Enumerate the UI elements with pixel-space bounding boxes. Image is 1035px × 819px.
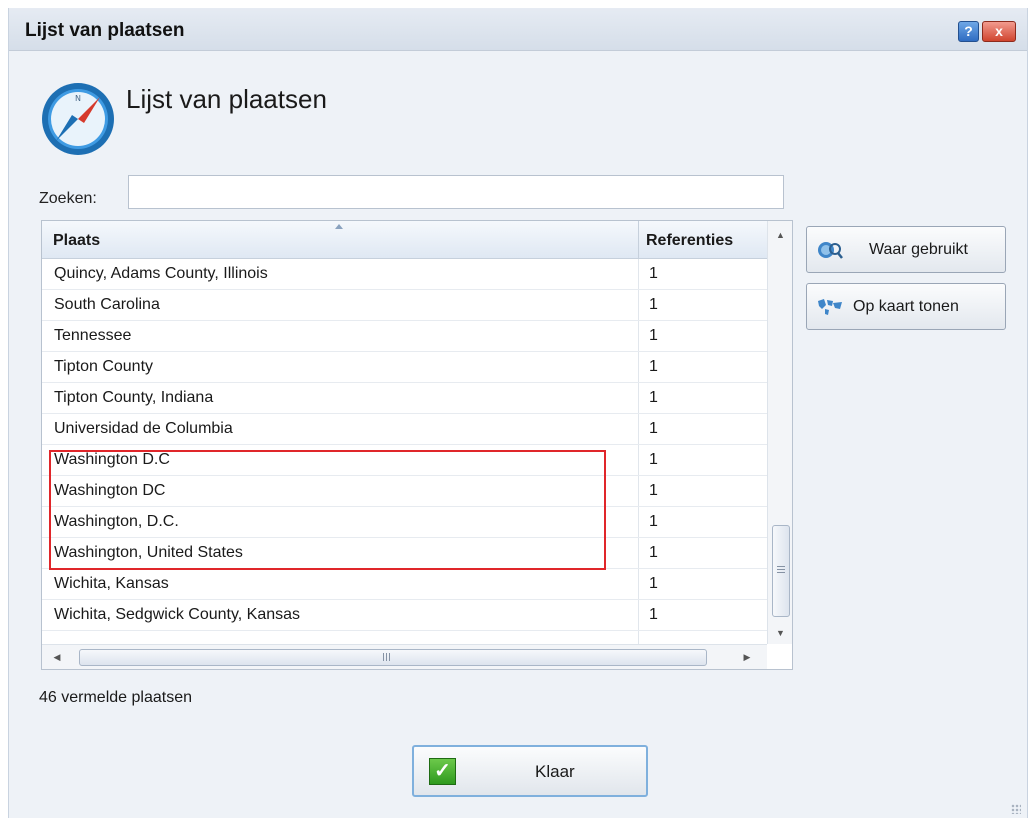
- cell-referenties: 1: [649, 420, 658, 437]
- cell-plaats: Universidad de Columbia: [54, 420, 233, 437]
- column-header-plaats[interactable]: Plaats: [53, 221, 100, 258]
- title-bar: Lijst van plaatsen ? x: [9, 8, 1027, 51]
- done-button[interactable]: ✓ Klaar: [412, 745, 648, 797]
- cell-referenties: 1: [649, 575, 658, 592]
- window-title: Lijst van plaatsen: [25, 20, 185, 41]
- horizontal-scrollbar[interactable]: ◀ ▶: [42, 644, 767, 669]
- close-button[interactable]: x: [982, 21, 1016, 42]
- cell-plaats: Wichita, Sedgwick County, Kansas: [54, 606, 301, 623]
- cell-referenties: 1: [649, 358, 658, 375]
- vertical-scroll-thumb[interactable]: [772, 525, 790, 617]
- table-row[interactable]: Tipton County, Indiana 1: [42, 383, 767, 414]
- table-header: Plaats Referenties: [42, 221, 767, 259]
- table-row[interactable]: Quincy, Adams County, Illinois 1: [42, 259, 767, 290]
- table-row[interactable]: Tipton County 1: [42, 352, 767, 383]
- close-icon: x: [995, 23, 1003, 39]
- status-count: 46 vermelde plaatsen: [39, 689, 192, 706]
- cell-referenties: 1: [649, 482, 658, 499]
- where-used-button[interactable]: Waar gebruikt: [806, 226, 1006, 273]
- help-icon: ?: [964, 23, 973, 39]
- show-on-map-button[interactable]: Op kaart tonen: [806, 283, 1006, 330]
- cell-referenties: 1: [649, 606, 658, 623]
- cell-referenties: 1: [649, 265, 658, 282]
- grip-icon: [383, 653, 384, 661]
- places-table: Plaats Referenties Quincy, Adams County,…: [41, 220, 793, 670]
- where-used-icon: [818, 242, 843, 259]
- table-row[interactable]: Washington, D.C. 1: [42, 507, 767, 538]
- column-header-referenties[interactable]: Referenties: [638, 221, 761, 258]
- scroll-up-icon[interactable]: ▲: [768, 224, 792, 246]
- vertical-scrollbar[interactable]: ▲ ▼: [767, 221, 792, 644]
- cell-plaats: Wichita, Kansas: [54, 575, 169, 592]
- cell-referenties: 1: [649, 544, 658, 561]
- table-row[interactable]: Washington D.C 1: [42, 445, 767, 476]
- grip-icon: [777, 566, 785, 567]
- cell-plaats: Washington, D.C.: [54, 513, 179, 530]
- map-icon: [818, 299, 842, 315]
- table-row[interactable]: Wichita, Sedgwick County, Kansas 1: [42, 600, 767, 631]
- table-row[interactable]: Washington, United States 1: [42, 538, 767, 569]
- table-body: Quincy, Adams County, Illinois 1 South Car…: [42, 259, 767, 631]
- cell-referenties: 1: [649, 451, 658, 468]
- cell-plaats: Tipton County: [54, 358, 154, 375]
- svg-text:N: N: [75, 94, 81, 103]
- search-label: Zoeken:: [39, 190, 97, 207]
- cell-plaats: Washington DC: [54, 482, 166, 499]
- cell-plaats: Washington D.C: [54, 451, 170, 468]
- cell-referenties: 1: [649, 389, 658, 406]
- horizontal-scroll-thumb[interactable]: [79, 649, 707, 666]
- checkmark-icon: ✓: [429, 758, 456, 785]
- scroll-left-icon[interactable]: ◀: [46, 645, 68, 669]
- search-input[interactable]: [128, 175, 784, 209]
- cell-plaats: Washington, United States: [54, 544, 243, 561]
- resize-grip-icon[interactable]: [1011, 804, 1021, 814]
- scroll-right-icon[interactable]: ▶: [736, 645, 758, 669]
- table-row[interactable]: Tennessee 1: [42, 321, 767, 352]
- help-button[interactable]: ?: [958, 21, 979, 42]
- page-title: Lijst van plaatsen: [126, 84, 327, 114]
- table-row[interactable]: Washington DC 1: [42, 476, 767, 507]
- done-label: Klaar: [535, 762, 575, 781]
- cell-plaats: Tipton County, Indiana: [54, 389, 214, 406]
- table-row[interactable]: Wichita, Kansas 1: [42, 569, 767, 600]
- cell-plaats: Tennessee: [54, 327, 132, 344]
- cell-referenties: 1: [649, 327, 658, 344]
- table-row[interactable]: South Carolina 1: [42, 290, 767, 321]
- compass-icon: N: [42, 83, 114, 155]
- scroll-down-icon[interactable]: ▼: [768, 622, 792, 644]
- cell-plaats: South Carolina: [54, 296, 160, 313]
- cell-referenties: 1: [649, 513, 658, 530]
- sort-ascending-icon: [335, 224, 343, 229]
- show-on-map-label: Op kaart tonen: [853, 298, 959, 315]
- table-row[interactable]: Universidad de Columbia 1: [42, 414, 767, 445]
- where-used-label: Waar gebruikt: [869, 241, 968, 258]
- cell-referenties: 1: [649, 296, 658, 313]
- cell-plaats: Quincy, Adams County, Illinois: [54, 265, 268, 282]
- places-dialog: Lijst van plaatsen ? x N Lijst van plaat…: [8, 8, 1028, 818]
